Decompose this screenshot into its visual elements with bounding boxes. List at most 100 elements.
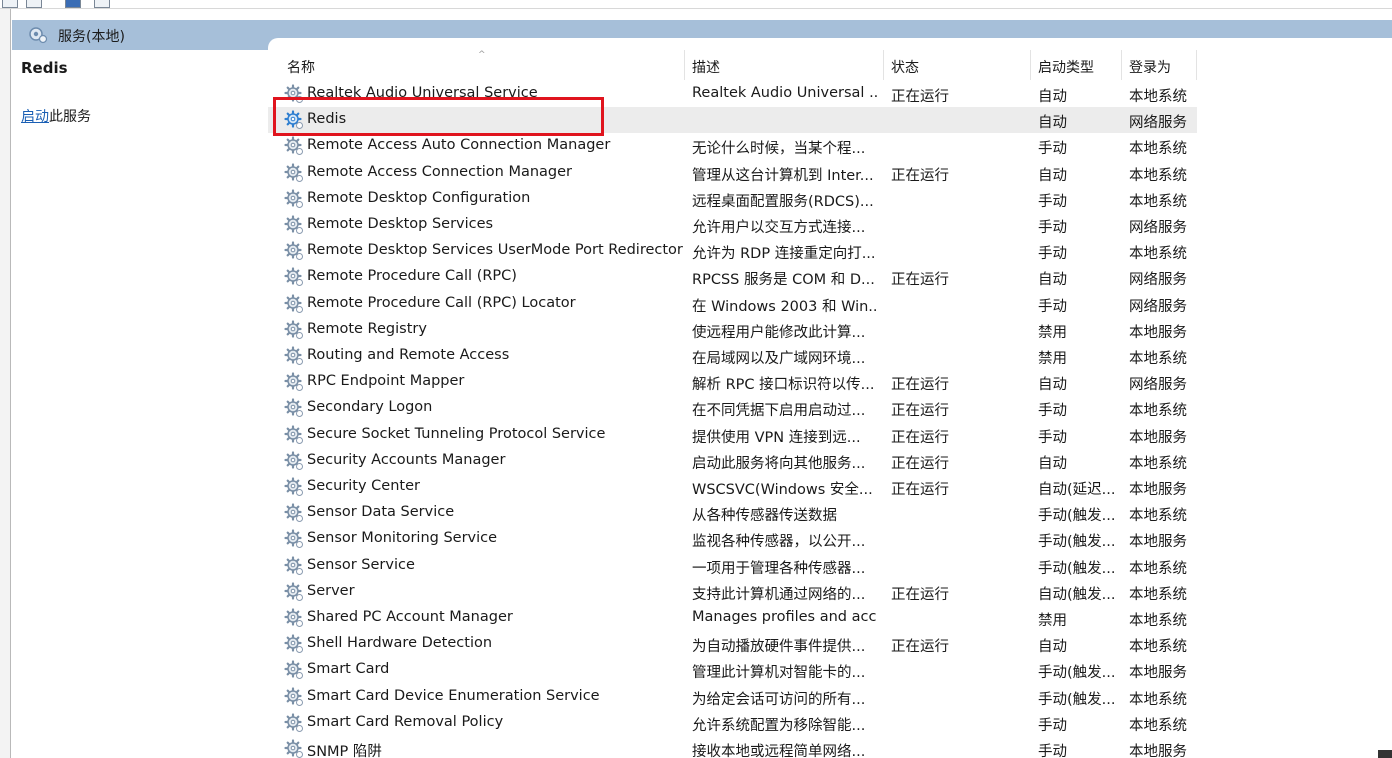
service-logon-as: 本地服务 xyxy=(1129,534,1187,551)
table-row[interactable]: Server 支持此计算机通过网络的... 正在运行 自动(触发... 本地系统 xyxy=(268,579,1197,605)
table-row[interactable]: Remote Desktop Services UserMode Port Re… xyxy=(268,238,1197,264)
service-gear-icon xyxy=(284,215,303,234)
toolbar-icon[interactable] xyxy=(65,0,81,8)
service-startup-type: 自动(延迟... xyxy=(1038,482,1116,498)
table-row[interactable]: Sensor Data Service 从各种传感器传送数据 手动(触发... 本地系… xyxy=(268,500,1197,526)
table-row[interactable]: Secure Socket Tunneling Protocol Service… xyxy=(268,422,1197,448)
service-description: 启动此服务将向其他服务... xyxy=(692,455,866,472)
selected-service-name: Redis xyxy=(21,59,68,77)
sort-ascending-icon: ^ xyxy=(478,50,486,60)
service-description: 在 Windows 2003 和 Win... xyxy=(692,298,878,315)
table-row[interactable]: Security Center WSCSVC(Windows 安全... 正在运行 自… xyxy=(268,474,1197,500)
toolbar-icon[interactable] xyxy=(26,0,42,8)
column-header-description[interactable]: 描述 xyxy=(692,57,720,77)
service-startup-type: 手动 xyxy=(1038,246,1067,263)
service-description: 支持此计算机通过网络的... xyxy=(692,586,866,603)
service-description: 为自动播放硬件事件提供... xyxy=(692,639,866,656)
service-name: Secure Socket Tunneling Protocol Service xyxy=(307,425,606,442)
service-logon-as: 本地服务 xyxy=(1129,324,1187,341)
service-name: Shared PC Account Manager xyxy=(307,609,513,625)
column-divider[interactable] xyxy=(1030,50,1031,80)
column-header-startup-type[interactable]: 启动类型 xyxy=(1038,57,1094,77)
service-name: Sensor Monitoring Service xyxy=(307,530,498,547)
service-description: 管理从这台计算机到 Inter... xyxy=(692,167,874,184)
table-row[interactable]: Remote Registry 使远程用户能修改此计算... 禁用 本地服务 xyxy=(268,317,1197,343)
service-logon-as: 本地系统 xyxy=(1129,141,1187,158)
service-gear-icon xyxy=(284,110,303,130)
column-divider[interactable] xyxy=(684,50,685,80)
table-row[interactable]: Remote Access Auto Connection Manager 无论什… xyxy=(268,133,1197,159)
service-gear-icon xyxy=(284,136,303,156)
service-logon-as: 本地系统 xyxy=(1129,508,1187,525)
service-startup-type: 禁用 xyxy=(1038,324,1067,341)
toolbar-icon[interactable] xyxy=(2,0,18,8)
service-name: Sensor Service xyxy=(307,556,415,573)
service-gear-icon xyxy=(284,660,303,680)
service-gear-icon xyxy=(284,84,303,103)
service-logon-as: 本地服务 xyxy=(1129,665,1187,682)
service-description: Realtek Audio Universal ... xyxy=(692,85,878,101)
service-gear-icon xyxy=(284,713,303,732)
service-startup-type: 自动 xyxy=(1038,377,1067,394)
table-row[interactable]: Smart Card Removal Policy 允许系统配置为移除智能... 手… xyxy=(268,710,1197,736)
service-startup-type: 手动 xyxy=(1038,429,1067,446)
table-row[interactable]: Remote Desktop Services 允许用户以交互方式连接... 手动 网… xyxy=(268,212,1197,238)
service-logon-as: 本地系统 xyxy=(1129,351,1187,367)
service-gear-icon xyxy=(284,372,303,392)
table-row[interactable]: Remote Access Connection Manager 管理从这台计算机… xyxy=(268,160,1197,186)
column-header-name[interactable]: 名称 xyxy=(287,57,315,77)
service-logon-as: 本地系统 xyxy=(1129,89,1187,105)
service-startup-type: 手动 xyxy=(1038,141,1067,158)
service-logon-as: 网络服务 xyxy=(1129,220,1187,236)
service-gear-icon xyxy=(284,634,303,654)
table-row[interactable]: Shared PC Account Manager Manages profile… xyxy=(268,605,1197,631)
table-row[interactable]: Smart Card Device Enumeration Service 为给定… xyxy=(268,684,1197,710)
table-row[interactable]: Redis 自动 网络服务 xyxy=(268,107,1197,134)
column-divider[interactable] xyxy=(1121,50,1122,80)
column-divider[interactable] xyxy=(1196,50,1197,80)
table-row[interactable]: Remote Procedure Call (RPC) RPCSS 服务是 COM… xyxy=(268,264,1197,290)
column-divider[interactable] xyxy=(883,50,884,80)
service-gear-icon xyxy=(284,424,303,444)
table-row[interactable]: Sensor Service 一项用于管理各种传感器... 手动(触发... 本地系统 xyxy=(268,553,1197,579)
service-startup-type: 手动(触发... xyxy=(1038,560,1116,577)
table-row[interactable]: RPC Endpoint Mapper 解析 RPC 接口标识符以传... 正在运行… xyxy=(268,369,1197,395)
table-row[interactable]: Security Accounts Manager 启动此服务将向其他服务... 正… xyxy=(268,448,1197,474)
table-row[interactable]: SNMP 陷阱 接收本地或远程简单网络... 手动 本地服务 xyxy=(268,736,1197,758)
service-description: 提供使用 VPN 连接到远... xyxy=(692,429,861,446)
service-startup-type: 手动(触发... xyxy=(1038,665,1116,682)
service-logon-as: 本地系统 xyxy=(1129,403,1187,420)
table-row[interactable]: Sensor Monitoring Service 监视各种传感器，以公开... 手… xyxy=(268,526,1197,552)
service-startup-type: 自动(触发... xyxy=(1038,586,1116,603)
table-row[interactable]: Smart Card 管理此计算机对智能卡的... 手动(触发... 本地服务 xyxy=(268,657,1197,683)
service-name: Smart Card Removal Policy xyxy=(307,713,504,730)
service-gear-icon xyxy=(284,293,303,313)
table-row[interactable]: Remote Desktop Configuration 远程桌面配置服务(RDC… xyxy=(268,186,1197,212)
table-row[interactable]: Secondary Logon 在不同凭据下启用启动过... 正在运行 手动 本地系统 xyxy=(268,395,1197,421)
table-row[interactable]: Routing and Remote Access 在局域网以及广域网环境... 禁… xyxy=(268,343,1197,369)
service-name: Remote Desktop Services xyxy=(307,216,494,232)
service-name: Remote Desktop Services UserMode Port Re… xyxy=(307,242,683,259)
start-service-link[interactable]: 启动 xyxy=(21,109,49,125)
header-title: 服务(本地) xyxy=(58,29,125,45)
service-description: 管理此计算机对智能卡的... xyxy=(692,665,866,682)
service-gear-icon xyxy=(284,739,303,758)
column-header-status[interactable]: 状态 xyxy=(891,57,919,77)
services-list: ^ 名称 描述 状态 启动类型 登录为 Realtek Audio Univer… xyxy=(268,50,1392,758)
table-row[interactable]: Realtek Audio Universal Service Realtek A… xyxy=(268,81,1197,107)
service-logon-as: 本地系统 xyxy=(1129,560,1187,577)
service-logon-as: 本地系统 xyxy=(1129,717,1187,734)
toolbar xyxy=(0,0,1392,9)
service-name: Server xyxy=(307,582,355,599)
service-logon-as: 本地服务 xyxy=(1129,744,1187,758)
table-row[interactable]: Remote Procedure Call (RPC) Locator 在 Win… xyxy=(268,291,1197,317)
service-description: 无论什么时候，当某个程... xyxy=(692,141,866,158)
service-description: 远程桌面配置服务(RDCS)... xyxy=(692,193,874,210)
service-logon-as: 本地系统 xyxy=(1129,639,1187,656)
table-row[interactable]: Shell Hardware Detection 为自动播放硬件事件提供... 正在… xyxy=(268,631,1197,657)
toolbar-icon[interactable] xyxy=(94,0,110,8)
service-name: Remote Procedure Call (RPC) Locator xyxy=(307,294,576,311)
column-header-logon-as[interactable]: 登录为 xyxy=(1129,57,1171,77)
service-gear-icon xyxy=(284,320,303,339)
service-logon-as: 本地服务 xyxy=(1129,482,1187,498)
